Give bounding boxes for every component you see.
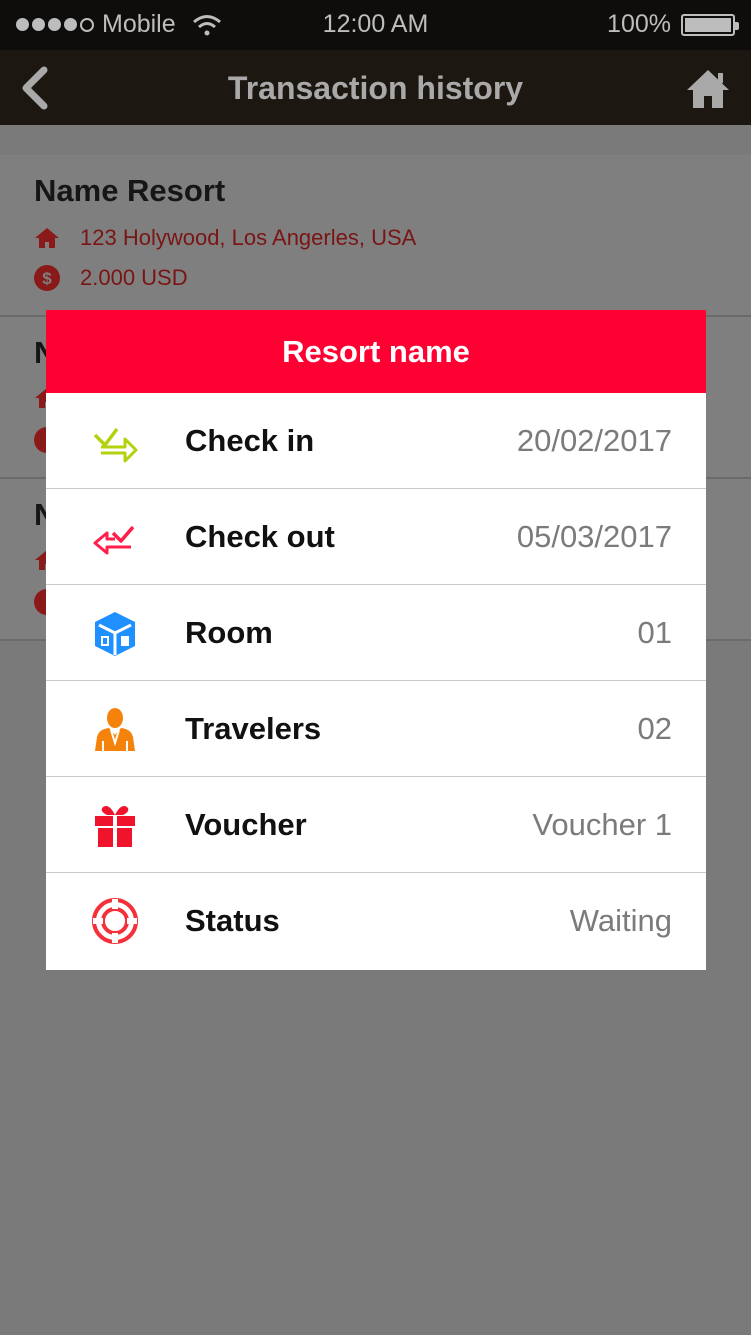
list-item[interactable]: Name Resort 123 Holywood, Los Angerles, … xyxy=(0,155,751,317)
check-in-value: 20/02/2017 xyxy=(516,423,672,458)
check-in-label: Check in xyxy=(185,423,315,458)
status-value: Waiting xyxy=(569,903,672,938)
address-text: 123 Holywood, Los Angerles, USA xyxy=(80,225,417,250)
status-icon xyxy=(92,898,138,944)
battery-icon xyxy=(681,13,739,36)
nav-bar: Transaction history xyxy=(0,50,751,125)
home-icon[interactable] xyxy=(685,68,731,110)
price-text: 2.000 USD xyxy=(80,265,188,290)
home-icon xyxy=(35,228,59,248)
room-row: Room 01 xyxy=(46,585,706,681)
page-title: Transaction history xyxy=(227,70,524,106)
voucher-icon xyxy=(95,806,135,847)
battery-percent: 100% xyxy=(607,10,671,38)
dollar-icon: $ xyxy=(34,265,60,291)
voucher-row: Voucher Voucher 1 xyxy=(46,777,706,873)
voucher-label: Voucher xyxy=(185,807,307,842)
address-row: 123 Holywood, Los Angerles, USA xyxy=(34,225,416,251)
check-out-icon xyxy=(93,525,135,555)
travelers-icon xyxy=(95,708,135,751)
check-out-value: 05/03/2017 xyxy=(516,519,672,554)
check-out-row: Check out 05/03/2017 xyxy=(46,489,706,585)
room-icon xyxy=(95,612,135,656)
check-in-icon xyxy=(93,427,138,463)
status-right: 100% xyxy=(607,10,739,39)
travelers-value: 02 xyxy=(637,711,672,746)
travelers-row: Travelers 02 xyxy=(46,681,706,777)
modal-title: Resort name xyxy=(46,310,706,393)
room-value: 01 xyxy=(637,615,672,650)
travelers-label: Travelers xyxy=(185,711,322,746)
status-row: Status Waiting xyxy=(46,873,706,969)
room-label: Room xyxy=(185,615,273,650)
price-row: $ 2.000 USD xyxy=(34,265,188,291)
check-out-label: Check out xyxy=(185,519,335,554)
status-bar: Mobile 12:00 AM 100% xyxy=(0,0,751,50)
resort-detail-modal: Resort name Check in 20/02/2017 Check ou… xyxy=(46,310,706,970)
check-in-row: Check in 20/02/2017 xyxy=(46,393,706,489)
svg-text:$: $ xyxy=(42,269,52,288)
resort-name: Name Resort xyxy=(34,173,226,208)
status-label: Status xyxy=(185,903,280,938)
voucher-value: Voucher 1 xyxy=(532,807,672,842)
